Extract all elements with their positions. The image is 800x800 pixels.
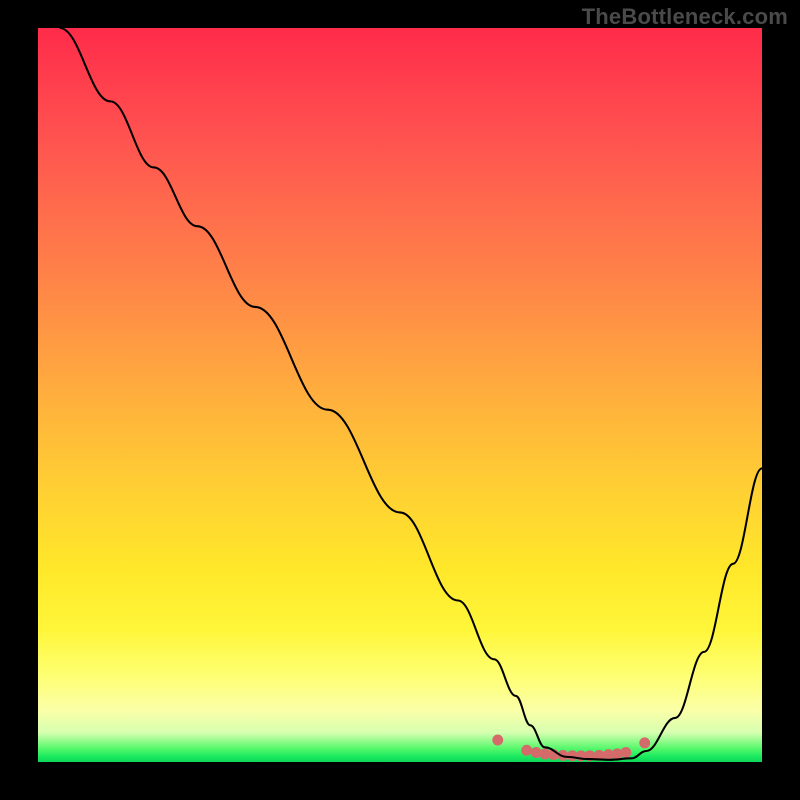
bottleneck-marker-dot [620, 747, 631, 758]
curve-layer [38, 28, 762, 762]
watermark-text: TheBottleneck.com [582, 4, 788, 30]
bottleneck-marker-dot [492, 734, 503, 745]
bottleneck-marker-dot [639, 737, 650, 748]
chart-frame: TheBottleneck.com [0, 0, 800, 800]
bottleneck-curve [60, 28, 762, 760]
bottleneck-marker-dot [521, 745, 532, 756]
plot-area [38, 28, 762, 762]
